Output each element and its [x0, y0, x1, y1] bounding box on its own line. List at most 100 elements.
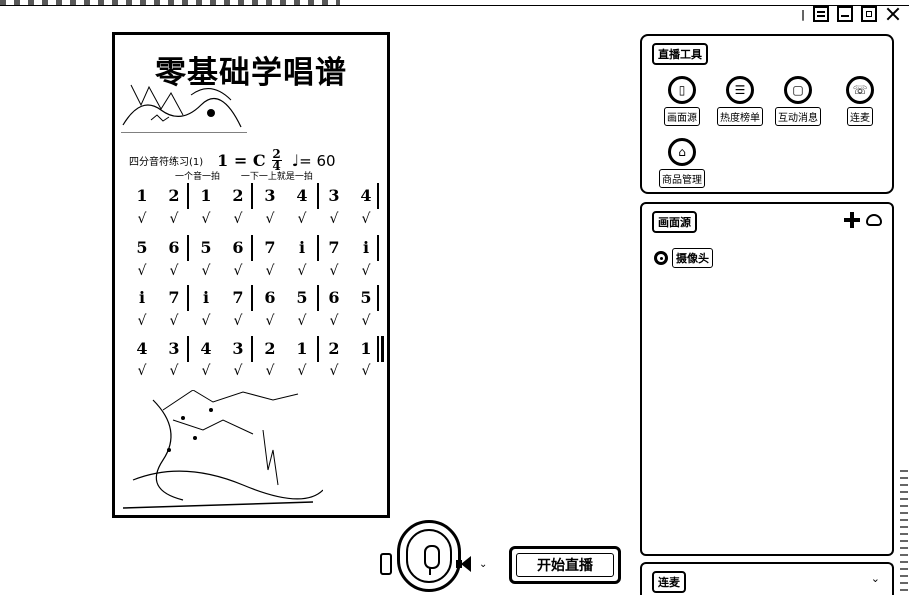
beat-mark: √	[233, 211, 243, 227]
tool-label: 商品管理	[659, 169, 705, 188]
close-icon[interactable]	[885, 6, 901, 22]
beat-row: √ √ √ √ √ √ √ √	[129, 211, 381, 231]
scene-source-icon: ▯	[668, 76, 696, 104]
decorative-illustration-bottom	[123, 390, 323, 509]
beat-mark: √	[329, 211, 339, 227]
bar-line	[377, 235, 379, 261]
beat-mark: √	[329, 313, 339, 329]
co-host-panel: 连麦 ⌄	[640, 562, 894, 595]
beat-mark: √	[297, 263, 307, 279]
beat-mark: √	[329, 363, 339, 379]
score-note: 3	[232, 339, 244, 358]
menu-icon[interactable]	[813, 6, 829, 22]
tool-scene-source[interactable]: ▯ 画面源	[652, 76, 712, 126]
beat-mark: √	[361, 313, 371, 329]
start-live-button[interactable]: 开始直播	[509, 546, 621, 584]
beat-mark: √	[265, 263, 275, 279]
add-icon[interactable]	[844, 212, 860, 228]
beat-mark: √	[329, 263, 339, 279]
speaker-icon[interactable]	[456, 556, 476, 572]
bar-line	[317, 235, 319, 261]
score-note: i	[298, 238, 306, 257]
tempo: ♩= 60	[292, 151, 336, 170]
score-note: i	[138, 288, 146, 307]
score-row: i 7 i 7 6 5 6 5	[129, 285, 381, 311]
beat-mark: √	[169, 363, 179, 379]
beat-mark: √	[169, 263, 179, 279]
tool-interactive-messages[interactable]: ▢ 互动消息	[768, 76, 828, 126]
title-bar: |	[0, 0, 909, 28]
score-note: 6	[264, 288, 276, 307]
score-note: 4	[360, 186, 372, 205]
window-controls: |	[801, 6, 901, 22]
source-item-camera[interactable]: 摄像头	[654, 248, 713, 268]
beat-mark: √	[169, 211, 179, 227]
tool-label: 连麦	[847, 107, 873, 126]
chevron-down-icon[interactable]: ⌄	[871, 572, 880, 585]
tool-label: 画面源	[664, 107, 700, 126]
beat-row: √ √ √ √ √ √ √ √	[129, 263, 381, 283]
phone-glyph: ☏	[852, 83, 868, 97]
key-signature: 1 = C	[217, 150, 266, 170]
beat-mark: √	[169, 313, 179, 329]
score-note: 5	[136, 238, 148, 257]
score-note: i	[362, 238, 370, 257]
bar-line	[251, 285, 253, 311]
score-note: 2	[328, 339, 340, 358]
scene-source-glyph: ▯	[678, 83, 686, 97]
camera-icon[interactable]	[380, 553, 392, 575]
microphone-button[interactable]	[397, 520, 461, 592]
shopping-bag-glyph: ⌂	[678, 145, 686, 159]
microphone-stem	[429, 567, 431, 575]
score-note: 3	[328, 186, 340, 205]
beat-mark: √	[137, 263, 147, 279]
beat-mark: √	[265, 211, 275, 227]
score-note: 1	[200, 186, 212, 205]
quarter-note-icon: ♩	[291, 150, 300, 170]
tool-label: 热度榜单	[717, 107, 763, 126]
score-note: 4	[136, 339, 148, 358]
beat-mark: √	[137, 313, 147, 329]
score-note: 4	[200, 339, 212, 358]
score-note: 6	[328, 288, 340, 307]
tool-hot-ranking[interactable]: ☰ 热度榜单	[710, 76, 770, 126]
chevron-down-icon[interactable]: ⌄	[479, 559, 487, 570]
beat-mark: √	[297, 363, 307, 379]
live-preview: 零基础学唱谱 四分音符练习(1) 1 = C 2 4 ♩= 60 一个音一拍 一…	[112, 32, 390, 518]
score-note: 2	[232, 186, 244, 205]
maximize-icon[interactable]	[861, 6, 877, 22]
score-note: 1	[136, 186, 148, 205]
score-note: 2	[264, 339, 276, 358]
scene-sources-title: 画面源	[652, 211, 697, 233]
score-row: 1 2 1 2 3 4 3 4	[129, 183, 381, 209]
window-prefix-mark: |	[800, 7, 805, 21]
beat-row: √ √ √ √ √ √ √ √	[129, 363, 381, 383]
start-live-button-inner	[516, 553, 614, 577]
beat-mark: √	[233, 263, 243, 279]
beat-mark: √	[201, 263, 211, 279]
tool-co-host[interactable]: ☏ 连麦	[830, 76, 890, 126]
scene-sources-panel: 画面源 摄像头	[640, 202, 894, 556]
score-row: 5 6 5 6 7 i 7 i	[129, 235, 381, 261]
title-bar-divider	[0, 5, 909, 6]
minimize-icon[interactable]	[837, 6, 853, 22]
bar-line	[187, 235, 189, 261]
score-note: 3	[264, 186, 276, 205]
beat-mark: √	[233, 363, 243, 379]
score-row: 4 3 4 3 2 1 2 1	[129, 336, 384, 362]
bar-line	[187, 336, 189, 362]
beat-mark: √	[201, 313, 211, 329]
beat-mark: √	[297, 313, 307, 329]
cloud-icon[interactable]	[866, 214, 882, 226]
tool-product-management[interactable]: ⌂ 商品管理	[652, 138, 712, 188]
beat-mark: √	[361, 211, 371, 227]
list-icon: ☰	[726, 76, 754, 104]
score-note: 4	[296, 186, 308, 205]
beat-mark: √	[265, 313, 275, 329]
bar-line	[317, 285, 319, 311]
tool-label: 互动消息	[775, 107, 821, 126]
beat-mark: √	[201, 211, 211, 227]
chat-icon: ▢	[784, 76, 812, 104]
score-note: 1	[296, 339, 308, 358]
decorative-illustration-top	[121, 84, 247, 133]
